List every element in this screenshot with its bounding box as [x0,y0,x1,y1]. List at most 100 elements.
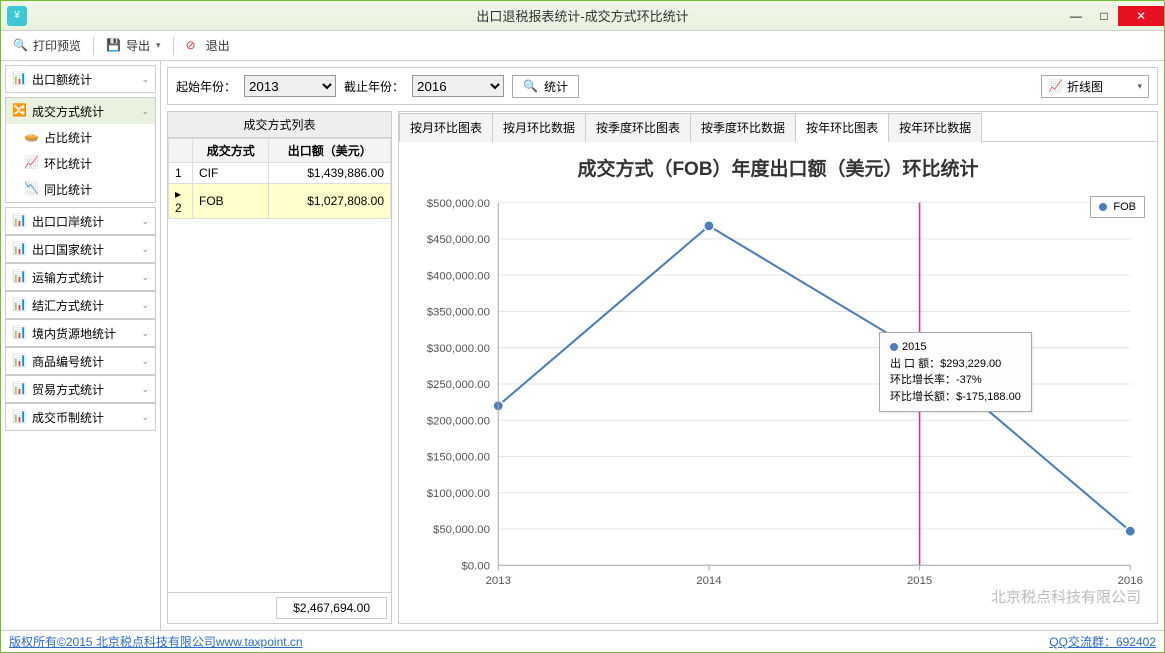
sidebar-item[interactable]: 📊出口口岸统计⌄ [6,208,155,234]
start-year-label: 起始年份： [176,78,236,95]
stat-button[interactable]: 🔍 统计 [512,75,579,98]
line-icon: 📈 [1048,79,1063,93]
chevron-down-icon: ⌄ [141,216,149,227]
chart-icon: 📊 [12,381,28,397]
toolbar: 🔍 打印预览 💾 导出 ⊘ 退出 [1,31,1164,61]
sidebar-label: 运输方式统计 [32,269,104,286]
legend-dot [1099,203,1107,211]
sidebar-sub-yoy[interactable]: 📉同比统计 [6,176,155,202]
sidebar-label: 出口额统计 [32,71,92,88]
chart-icon: 📊 [12,353,28,369]
chevron-down-icon: ⌄ [141,106,149,117]
window-title: 出口退税报表统计-成交方式环比统计 [1,6,1164,25]
sidebar-item[interactable]: 📊运输方式统计 ⌄ [6,264,155,290]
tab-5[interactable]: 按年环比数据 [888,113,982,142]
chart-tabs: 按月环比图表按月环比数据按季度环比图表按季度环比数据按年环比图表按年环比数据 [399,112,1157,142]
qq-group-link[interactable]: QQ交流群：692402 [1049,633,1156,650]
svg-text:$100,000.00: $100,000.00 [427,488,490,500]
sub-label: 占比统计 [44,129,92,146]
exit-button[interactable]: ⊘ 退出 [182,35,234,56]
chevron-down-icon: ⌄ [141,272,149,283]
tab-2[interactable]: 按季度环比图表 [585,113,691,142]
sidebar-item-deal-mode[interactable]: 🔀 成交方式统计 ⌄ [6,98,155,124]
sidebar-item[interactable]: 📊结汇方式统计⌄ [6,292,155,318]
bar-icon: 📉 [24,181,40,197]
svg-text:$500,000.00: $500,000.00 [427,198,490,210]
sub-label: 同比统计 [44,181,92,198]
exit-label: 退出 [206,37,230,54]
tab-3[interactable]: 按季度环比数据 [690,113,796,142]
chevron-down-icon: ⌄ [141,384,149,395]
app-icon: ¥ [7,6,27,26]
svg-text:$200,000.00: $200,000.00 [427,415,490,427]
svg-text:2013: 2013 [486,575,511,587]
deal-mode-table: 成交方式列表 成交方式 出口额（美元） 1CIF$1,439,886.00▸ 2… [167,111,392,624]
maximize-button[interactable]: □ [1090,6,1118,26]
svg-text:$400,000.00: $400,000.00 [427,270,490,282]
sidebar-label: 成交方式统计 [32,103,104,120]
end-year-select[interactable]: 2016 [412,75,504,97]
tab-4[interactable]: 按年环比图表 [795,113,889,142]
sidebar-sub-mom[interactable]: 📈环比统计 [6,150,155,176]
pie-icon: 🥧 [24,129,40,145]
svg-text:$50,000.00: $50,000.00 [433,524,490,536]
chart-icon: 📊 [12,269,28,285]
sidebar-item[interactable]: 📊出口国家统计⌄ [6,236,155,262]
chart-type-select[interactable]: 📈 折线图 ▾ [1041,75,1149,98]
chart-type-label: 折线图 [1067,78,1103,95]
print-label: 打印预览 [33,37,81,54]
sidebar-label: 结汇方式统计 [32,297,104,314]
close-button[interactable]: ✕ [1118,6,1164,26]
divider [173,37,174,55]
sidebar-label: 境内货源地统计 [32,325,116,342]
table-row[interactable]: 1CIF$1,439,886.00 [169,163,391,184]
svg-text:$300,000.00: $300,000.00 [427,343,490,355]
chart-icon: 📊 [12,409,28,425]
export-button[interactable]: 💾 导出 [102,35,165,56]
chevron-down-icon: ⌄ [141,356,149,367]
sidebar-item[interactable]: 📊成交币制统计⌄ [6,404,155,430]
chart-title: 成交方式（FOB）年度出口额（美元）环比统计 [405,154,1151,181]
minimize-button[interactable]: — [1062,6,1090,26]
svg-text:$250,000.00: $250,000.00 [427,379,490,391]
save-icon: 💾 [106,38,122,54]
sidebar-item[interactable]: 📊境内货源地统计⌄ [6,320,155,346]
sidebar-label: 出口国家统计 [32,241,104,258]
sidebar-label: 出口口岸统计 [32,213,104,230]
table-header: 成交方式列表 [168,112,391,138]
chart-icon: 🔀 [12,103,28,119]
tab-0[interactable]: 按月环比图表 [399,113,493,142]
svg-text:$150,000.00: $150,000.00 [427,452,490,464]
title-bar: ¥ 出口退税报表统计-成交方式环比统计 — □ ✕ [1,1,1164,31]
table-total: $2,467,694.00 [168,592,391,623]
table-row[interactable]: ▸ 2FOB$1,027,808.00 [169,184,391,219]
sidebar-item[interactable]: 📊商品编号统计 ⌄ [6,348,155,374]
tab-1[interactable]: 按月环比数据 [492,113,586,142]
start-year-select[interactable]: 2013 [244,75,336,97]
svg-text:2014: 2014 [696,575,721,587]
chart-area: 成交方式（FOB）年度出口额（美元）环比统计 $0.00$50,000.00$1… [399,142,1157,623]
exit-icon: ⊘ [186,38,202,54]
print-preview-button[interactable]: 🔍 打印预览 [9,35,85,56]
stat-label: 统计 [544,78,568,95]
watermark: 北京税点科技有限公司 [991,586,1141,607]
line-chart[interactable]: $0.00$50,000.00$100,000.00$150,000.00$20… [405,183,1151,616]
export-label: 导出 [126,37,150,54]
sidebar-sub-ratio[interactable]: 🥧占比统计 [6,124,155,150]
sidebar-label: 商品编号统计 [32,353,104,370]
chevron-down-icon: ⌄ [141,412,149,423]
col-amount[interactable]: 出口额（美元） [269,139,391,163]
chevron-down-icon: ⌄ [141,300,149,311]
sidebar: 📊 出口额统计 ⌄ 🔀 成交方式统计 ⌄ 🥧占比统计 📈环比统计 📉同比统计 📊… [1,61,161,630]
copyright-link[interactable]: 版权所有©2015 北京税点科技有限公司www.taxpoint.cn [9,633,303,650]
chart-icon: 📊 [12,325,28,341]
sidebar-label: 贸易方式统计 [32,381,104,398]
col-idx[interactable] [169,139,193,163]
sidebar-item-export-amount[interactable]: 📊 出口额统计 ⌄ [6,66,155,92]
svg-text:2015: 2015 [907,575,932,587]
chart-tooltip: 2015出 口 额：$293,229.00环比增长率：-37%环比增长额：$-1… [879,332,1032,412]
sidebar-item[interactable]: 📊贸易方式统计 ⌄ [6,376,155,402]
col-mode[interactable]: 成交方式 [193,139,269,163]
chevron-down-icon: ▾ [1137,81,1142,92]
chevron-down-icon: ⌄ [141,74,149,85]
